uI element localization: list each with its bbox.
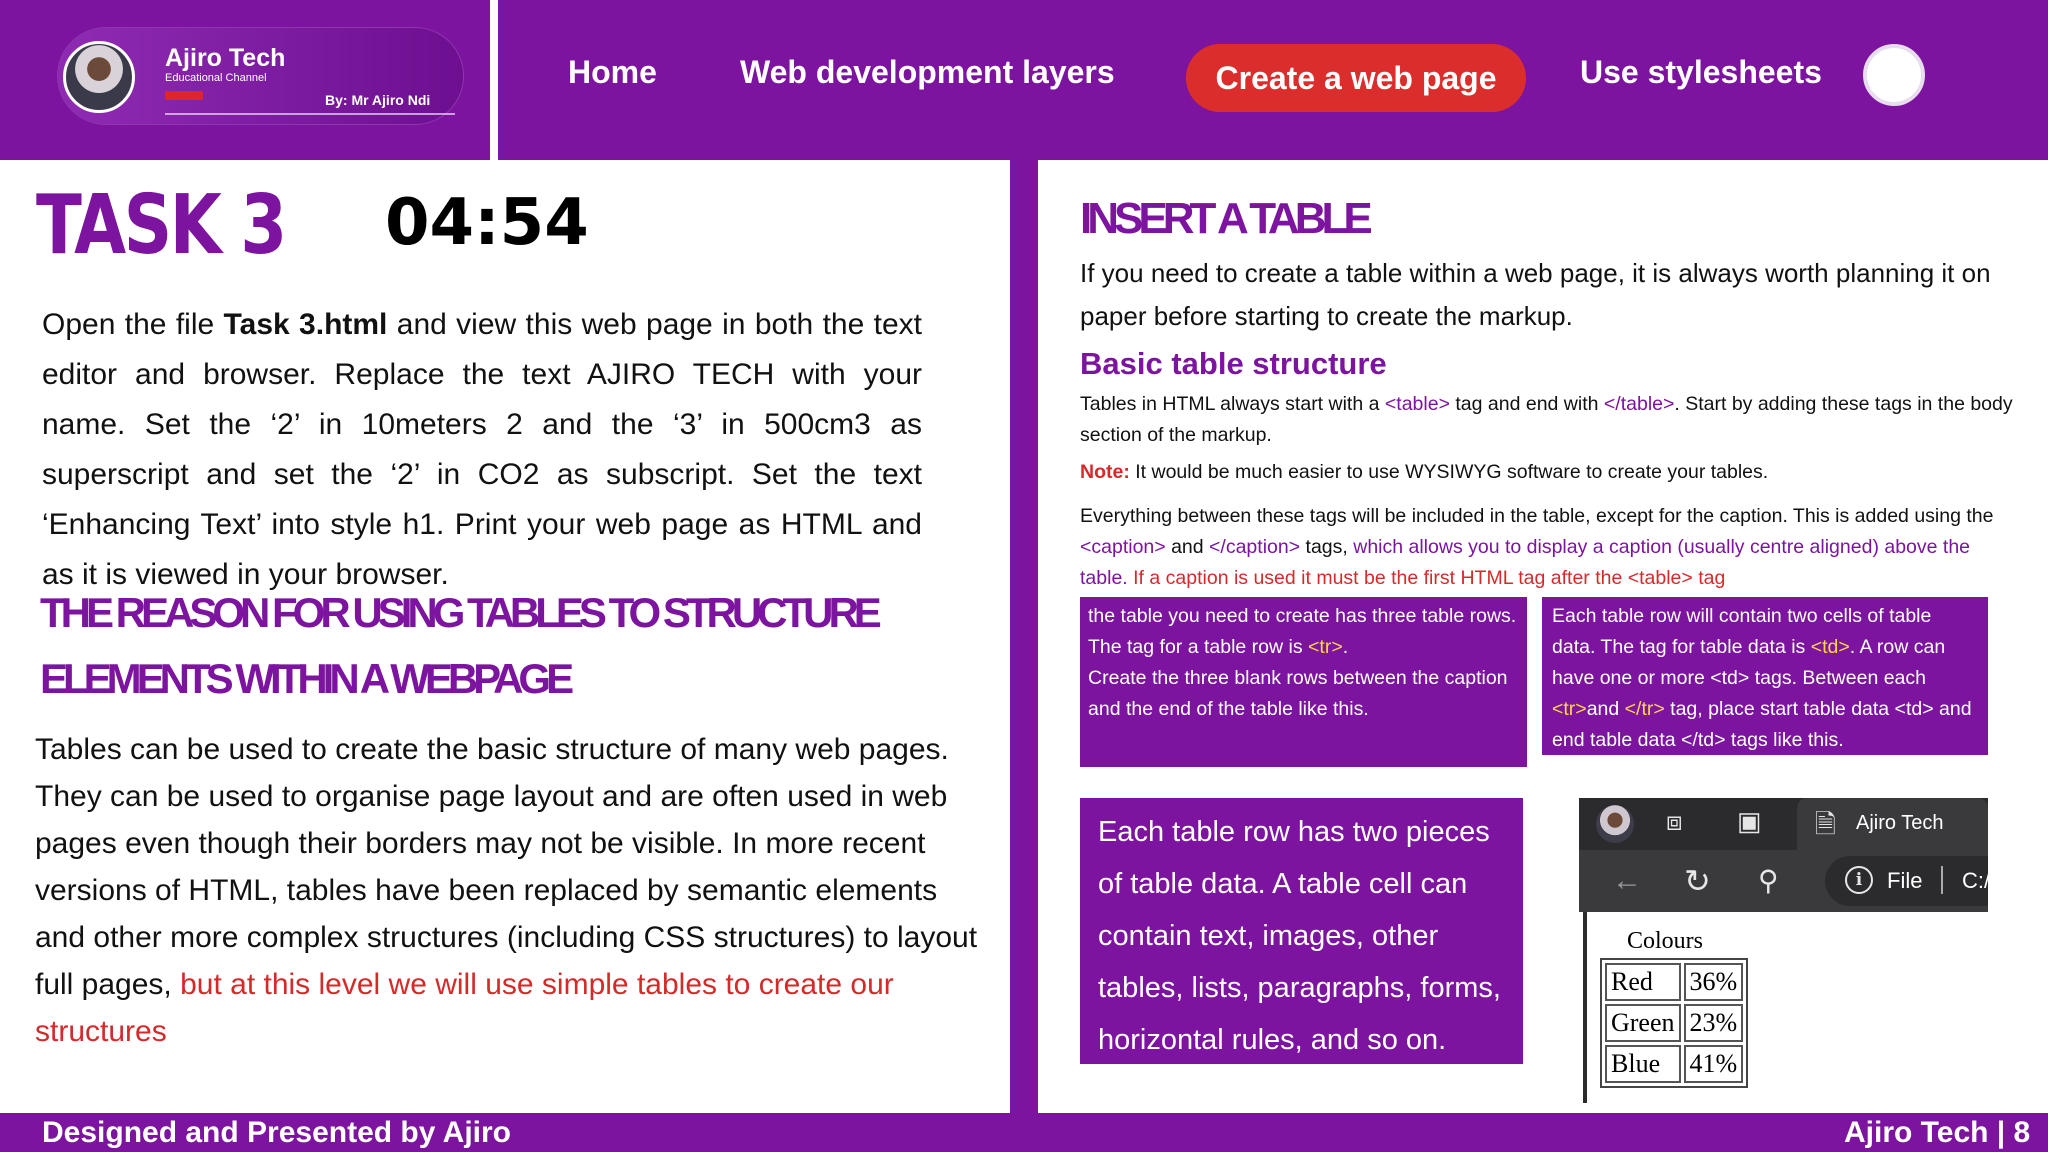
search-icon[interactable]: ⚲ xyxy=(1758,864,1779,897)
tabs-icon[interactable]: ⧈ xyxy=(1666,806,1683,838)
rows-box-text-a: the table you need to create has three t… xyxy=(1088,605,1517,658)
footer-credit: Designed and Presented by Ajiro xyxy=(42,1116,511,1149)
caption-text-c: tags, xyxy=(1300,536,1354,558)
nav-use-stylesheets[interactable]: Use stylesheets xyxy=(1580,54,1822,91)
back-icon[interactable]: ← xyxy=(1612,864,1642,898)
basic-text-a: Tables in HTML always start with a xyxy=(1080,393,1385,415)
header-divider xyxy=(490,0,498,160)
table-rows-box: the table you need to create has three t… xyxy=(1080,597,1527,767)
demo-colours-table: Red 36% Green 23% Blue 41% xyxy=(1600,958,1749,1088)
table-cell: 41% xyxy=(1683,1045,1744,1083)
tables-paragraph: Tables can be used to create the basic s… xyxy=(35,726,995,1055)
note-text: Note: It would be much easier to use WYS… xyxy=(1080,457,2020,488)
table-close-tag: </table> xyxy=(1603,393,1675,415)
address-file-label: File xyxy=(1887,868,1923,893)
td-tag: <td> xyxy=(1810,636,1850,658)
instructions-text-1: Open the file xyxy=(42,308,224,341)
profile-avatar[interactable] xyxy=(1596,805,1634,843)
browser-tab-title[interactable]: Ajiro Tech xyxy=(1856,812,1943,835)
demo-table-caption: Colours xyxy=(1627,928,1704,954)
rows-box-text-c: Create the three blank rows between the … xyxy=(1088,667,1508,720)
refresh-icon[interactable]: ↻ xyxy=(1684,862,1711,900)
table-row: Red 36% xyxy=(1605,963,1744,1001)
rows-box-text-b: . xyxy=(1342,636,1349,658)
instructions-file-name: Task 3.html xyxy=(223,308,388,341)
logo-subtitle: Educational Channel xyxy=(165,72,267,84)
basic-text-b: tag and end with xyxy=(1449,393,1604,415)
address-separator xyxy=(1941,866,1943,894)
task-instructions: Open the file Task 3.html and view this … xyxy=(42,300,922,600)
presenter-avatar xyxy=(63,41,135,113)
caption-text-a: Everything between these tags will be in… xyxy=(1080,505,1994,527)
logo-byline: By: Mr Ajiro Ndi xyxy=(325,92,431,108)
table-data-pieces-box: Each table row has two pieces of table d… xyxy=(1080,798,1523,1064)
table-row: Green 23% xyxy=(1605,1004,1744,1042)
info-icon[interactable]: i xyxy=(1845,866,1873,894)
note-label: Note: xyxy=(1080,461,1130,483)
caption-text-b: and xyxy=(1165,536,1210,558)
table-cell: 36% xyxy=(1683,963,1744,1001)
caption-open-tag: <caption> xyxy=(1080,536,1166,558)
footer-page-number: Ajiro Tech | 8 xyxy=(1844,1116,2031,1149)
address-path: C:/ xyxy=(1962,868,1991,893)
note-body: It would be much easier to use WYSIWYG s… xyxy=(1129,461,1769,483)
insert-table-heading: INSERT A TABLE xyxy=(1080,194,1373,243)
caption-text-d: . xyxy=(1122,567,1134,589)
basic-structure-heading: Basic table structure xyxy=(1080,346,1387,381)
instructions-text-2: and view this web page in both the text … xyxy=(42,308,922,591)
nav-create-web-page[interactable]: Create a web page xyxy=(1186,44,1526,112)
reason-heading: THE REASON FOR USING TABLES TO STRUCTURE… xyxy=(40,589,882,702)
table-cell: Blue xyxy=(1605,1045,1681,1083)
caption-close-tag: </caption> xyxy=(1209,536,1301,558)
tables-paragraph-main: Tables can be used to create the basic s… xyxy=(35,733,978,1001)
tr-tag: <tr> xyxy=(1308,636,1343,658)
tr-open-tag: <tr> xyxy=(1552,698,1587,720)
nav-web-development-layers[interactable]: Web development layers xyxy=(740,54,1115,91)
page-icon: 🗎 xyxy=(1815,809,1836,839)
table-cell: Red xyxy=(1605,963,1681,1001)
sidebar-icon[interactable]: ▣ xyxy=(1737,806,1762,837)
logo-title: Ajiro Tech xyxy=(165,44,286,72)
subscribe-badge xyxy=(165,91,203,100)
table-row: Blue 41% xyxy=(1605,1045,1744,1083)
task-title: TASK 3 xyxy=(36,178,287,273)
nav-circle-button[interactable] xyxy=(1863,44,1925,106)
insert-table-intro: If you need to create a table within a w… xyxy=(1080,258,1991,331)
tr-close-tag: </tr> xyxy=(1624,698,1665,720)
table-cells-box: Each table row will contain two cells of… xyxy=(1542,597,1988,755)
logo-underline xyxy=(165,113,455,115)
table-cell: Green xyxy=(1605,1004,1681,1042)
table-open-tag: <table> xyxy=(1384,393,1450,415)
caption-explanation: Everything between these tags will be in… xyxy=(1080,501,2020,594)
cells-box-text-c: and xyxy=(1586,698,1625,720)
basic-structure-text: Tables in HTML always start with a <tabl… xyxy=(1080,389,2020,451)
nav-home[interactable]: Home xyxy=(568,54,657,91)
countdown-timer: 04:54 xyxy=(385,186,589,260)
caption-red-note: If a caption is used it must be the firs… xyxy=(1133,567,1726,589)
table-cell: 23% xyxy=(1683,1004,1744,1042)
